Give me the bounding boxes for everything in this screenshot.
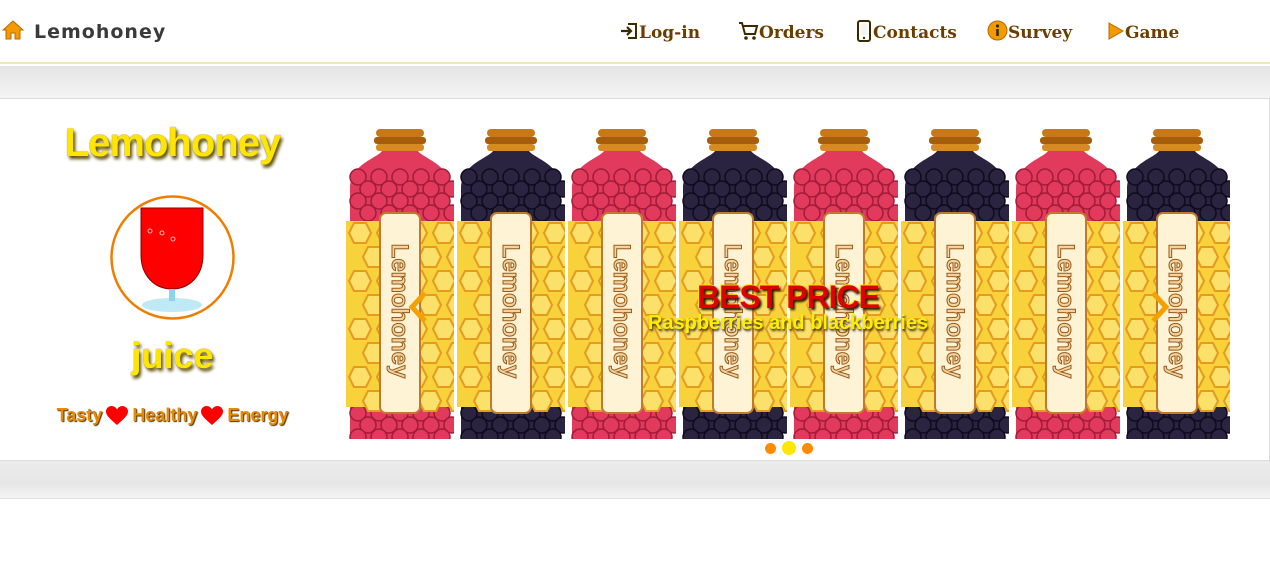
- login-icon: [619, 22, 639, 45]
- tagline-tasty: Tasty: [56, 405, 103, 425]
- promo-product: juice: [131, 335, 214, 376]
- heart-icon: [201, 405, 224, 425]
- cart-icon: [738, 21, 759, 46]
- nav-orders-label: Orders: [759, 23, 824, 43]
- heart-icon: [106, 405, 129, 425]
- carousel-next-button[interactable]: [1140, 284, 1180, 334]
- nav-game-label: Game: [1125, 23, 1180, 43]
- promo-title: Lemohoney: [64, 121, 281, 165]
- mobile-phone-icon: [855, 19, 873, 47]
- bottle-label: Lemohoney: [719, 244, 746, 379]
- chevron-right-icon: [1148, 290, 1172, 328]
- nav-contacts[interactable]: Contacts: [855, 19, 957, 47]
- carousel-indicators: [765, 441, 813, 455]
- brand-name: Lemohoney: [34, 21, 167, 43]
- nav-game[interactable]: Game: [1107, 20, 1179, 46]
- nav-contacts-label: Contacts: [873, 23, 957, 43]
- nav-survey-label: Survey: [1008, 23, 1073, 43]
- promo-tagline: Tasty Healthy Energy: [0, 405, 345, 426]
- bottle-blackberry: Lemohoney: [901, 129, 1026, 439]
- bottle-label: Lemohoney: [830, 244, 857, 379]
- carousel-indicator-3[interactable]: [802, 442, 813, 454]
- play-icon: [1107, 21, 1125, 45]
- carousel-indicator-1[interactable]: [765, 442, 776, 454]
- nav-orders[interactable]: Orders: [738, 20, 824, 46]
- tagline-energy: Energy: [227, 405, 289, 425]
- bottle-label: Lemohoney: [1052, 244, 1079, 379]
- juice-glass-logo: [110, 195, 235, 320]
- bottle-raspberry: Lemohoney: [568, 129, 693, 439]
- tagline-healthy: Healthy: [132, 405, 198, 425]
- top-navbar: Lemohoney Log-in Orders Contacts Survey …: [0, 0, 1270, 64]
- nav-login-label: Log-in: [639, 23, 701, 43]
- product-carousel[interactable]: Lemohoney Lemohoney Lemohoney Lemohoney Lemo…: [346, 129, 1230, 439]
- bottle-raspberry: Lemohoney: [1012, 129, 1137, 439]
- divider-band-bottom: [0, 461, 1270, 498]
- hero-section: Lemohoney juice Tasty Healthy Energy Lem…: [0, 98, 1270, 461]
- bottle-label: Lemohoney: [608, 244, 635, 379]
- bottle-blackberry: Lemohoney: [457, 129, 582, 439]
- info-circle-icon: [987, 20, 1008, 46]
- bottle-label: Lemohoney: [941, 244, 968, 379]
- carousel-indicator-2[interactable]: [782, 441, 796, 455]
- footer-area: [0, 498, 1270, 582]
- chevron-left-icon: [406, 290, 430, 328]
- nav-login[interactable]: Log-in: [619, 20, 700, 46]
- nav-survey[interactable]: Survey: [987, 20, 1072, 46]
- divider-band-top: [0, 66, 1270, 98]
- bottle-raspberry: Lemohoney: [790, 129, 915, 439]
- bottle-blackberry: Lemohoney: [679, 129, 804, 439]
- carousel-prev-button[interactable]: [398, 284, 438, 334]
- bottle-label: Lemohoney: [497, 244, 524, 379]
- brand-link[interactable]: Lemohoney: [1, 19, 167, 45]
- home-icon: [1, 20, 25, 44]
